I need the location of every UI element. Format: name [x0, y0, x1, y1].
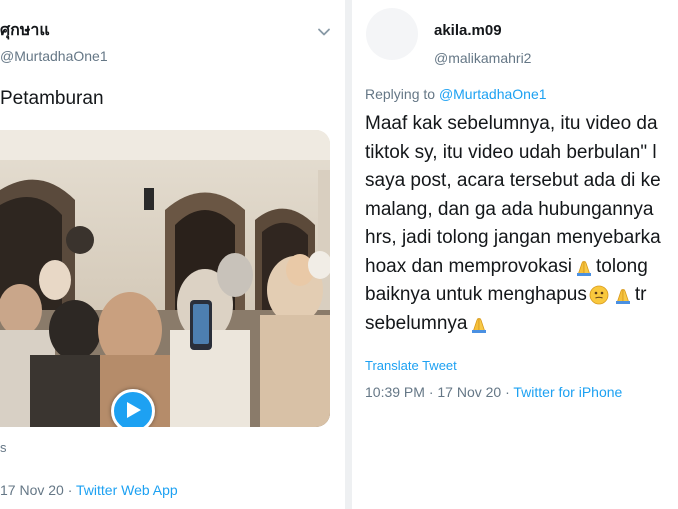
tweet-text: Maaf kak sebelumnya, itu video da tiktok…	[365, 110, 678, 338]
author-handle[interactable]: @malikamahri2	[434, 50, 531, 66]
video-thumbnail	[0, 130, 330, 427]
timestamp[interactable]: 10:39 PM · 17 Nov 20 ·	[365, 384, 513, 400]
tweet-text: Petamburan	[0, 88, 104, 109]
author-name[interactable]: akila.m09	[434, 22, 502, 39]
line-text: hoax dan memprovokasi	[365, 255, 572, 277]
right-tweet: akila.m09 @malikamahri2 Replying to @Mur…	[352, 0, 678, 509]
replying-label: Replying to	[365, 86, 439, 102]
replying-to: Replying to @MurtadhaOne1	[365, 86, 547, 102]
left-tweet: ศุกษาแ @MurtadhaOne1 Petamburan s 17 Nov…	[0, 0, 345, 509]
line-text: Maaf kak sebelumnya, itu video da	[365, 113, 658, 134]
tweet-line: Maaf kak sebelumnya, itu video da	[365, 110, 678, 139]
author-name[interactable]: ศุกษาแ	[0, 18, 50, 43]
line-text: tr	[634, 284, 647, 305]
line-text: hrs, jadi tolong jangan menyebarka	[365, 227, 661, 248]
source-link[interactable]: Twitter Web App	[76, 482, 178, 498]
tweet-meta: 17 Nov 20 · Twitter Web App	[0, 482, 178, 498]
tweet-line: sebelumnya	[365, 310, 678, 339]
tweet-meta: 10:39 PM · 17 Nov 20 · Twitter for iPhon…	[365, 384, 622, 400]
play-button[interactable]	[111, 389, 155, 427]
divider	[345, 0, 352, 509]
avatar[interactable]	[366, 8, 418, 60]
folded-hands-icon	[472, 317, 487, 333]
tweet-line: malang, dan ga ada hubungannya	[365, 196, 678, 225]
line-text: saya post, acara tersebut ada di ke	[365, 170, 661, 191]
face-icon	[589, 285, 609, 305]
folded-hands-icon	[615, 289, 630, 305]
chevron-down-icon[interactable]	[316, 24, 332, 40]
translate-tweet-link[interactable]: Translate Tweet	[365, 358, 457, 373]
line-text: malang, dan ga ada hubungannya	[365, 198, 654, 220]
tweet-line: tiktok sy, itu video udah berbulan" l	[365, 139, 678, 168]
replying-handle-link[interactable]: @MurtadhaOne1	[439, 86, 547, 102]
folded-hands-icon	[577, 260, 591, 276]
tweet-line: hrs, jadi tolong jangan menyebarka	[365, 224, 678, 253]
author-handle[interactable]: @MurtadhaOne1	[0, 48, 108, 64]
view-count: s	[0, 440, 7, 455]
line-text: baiknya untuk menghapus	[365, 284, 587, 305]
line-text: sebelumnya	[365, 312, 468, 334]
play-icon	[127, 402, 141, 418]
tweet-line: hoax dan memprovokasi tolong	[365, 253, 678, 282]
line-text: tiktok sy, itu video udah berbulan" l	[365, 141, 657, 163]
timestamp[interactable]: 17 Nov 20 ·	[0, 482, 76, 498]
tweet-line: baiknya untuk menghapus tr	[365, 281, 678, 310]
source-link[interactable]: Twitter for iPhone	[513, 384, 622, 400]
line-text: tolong	[596, 255, 648, 277]
tweet-line: saya post, acara tersebut ada di ke	[365, 167, 678, 196]
video-player[interactable]	[0, 130, 330, 427]
